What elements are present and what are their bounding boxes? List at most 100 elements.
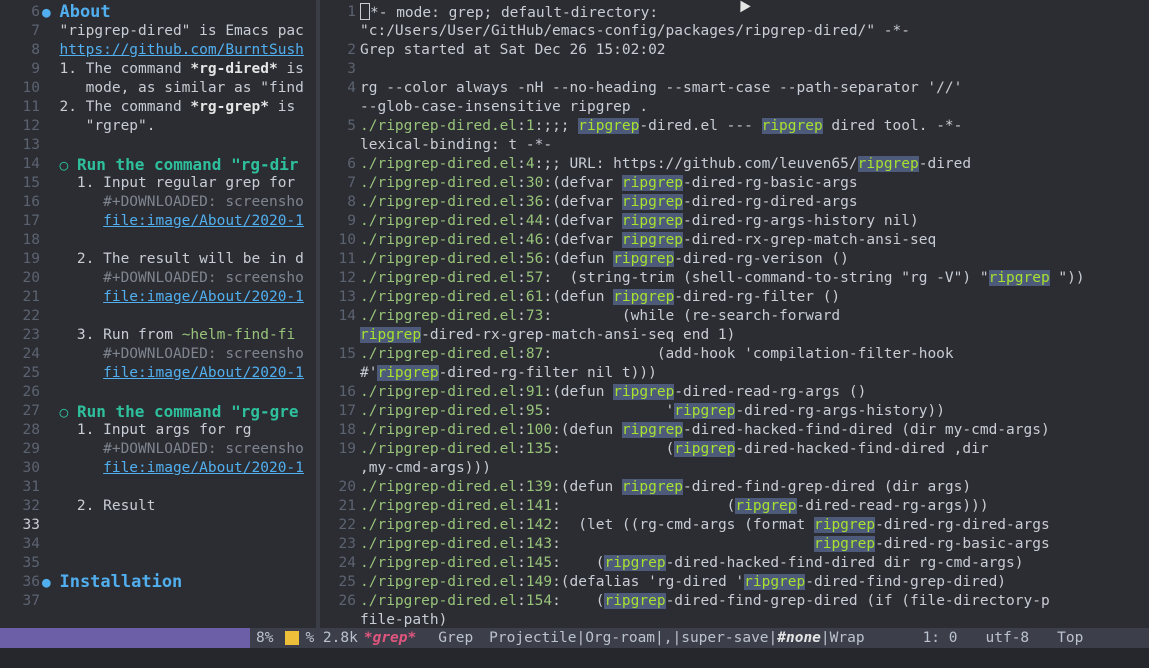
code-line[interactable]: 9 ./ripgrep-dired.el:44:(defvar ripgrep-d…	[320, 212, 1149, 231]
code-line[interactable]: 21 file:image/About/2020-1	[0, 288, 316, 307]
code-line[interactable]: 13 ./ripgrep-dired.el:61:(defun ripgrep-d…	[320, 288, 1149, 307]
code-line[interactable]: 17 file:image/About/2020-1	[0, 212, 316, 231]
line-text: file:image/About/2020-1	[103, 289, 304, 305]
code-line[interactable]: 12 ./ripgrep-dired.el:57: (string-trim (s…	[320, 269, 1149, 288]
code-line[interactable]: 23 3. Run from ~helm-find-fi	[0, 326, 316, 345]
code-line[interactable]: 3	[320, 60, 1149, 79]
line-number: 10	[22, 80, 40, 96]
code-line[interactable]: --glob-case-insensitive ripgrep .	[320, 98, 1149, 117]
code-line[interactable]: 23 ./ripgrep-dired.el:143: ripgrep-dired-…	[320, 535, 1149, 554]
line-number: 23	[22, 327, 40, 343]
code-line[interactable]: 35	[0, 554, 316, 573]
code-line[interactable]: 13	[0, 136, 316, 155]
code-line[interactable]: 31	[0, 478, 316, 497]
code-line[interactable]: 12 "rgrep".	[0, 117, 316, 136]
code-line[interactable]: 27 ○ Run the command "rg-gre	[0, 402, 316, 421]
code-line[interactable]: 24 #+DOWNLOADED: screensho	[0, 345, 316, 364]
mode-line-buffer-name[interactable]: *grep*	[358, 630, 416, 646]
code-line[interactable]: 24 ./ripgrep-dired.el:145: (ripgrep-dired…	[320, 554, 1149, 573]
modified-indicator-icon	[285, 631, 300, 645]
line-text	[42, 231, 316, 250]
line-number: 36	[22, 574, 40, 590]
code-line[interactable]: 1 *- mode: grep; default-directory:	[320, 3, 1149, 22]
code-line[interactable]: 10 ./ripgrep-dired.el:46:(defvar ripgrep-…	[320, 231, 1149, 250]
code-line[interactable]: 14 ./ripgrep-dired.el:73: (while (re-sear…	[320, 307, 1149, 326]
code-line[interactable]: 11 ./ripgrep-dired.el:56:(defun ripgrep-d…	[320, 250, 1149, 269]
mode-line-major-mode[interactable]: Grep	[416, 630, 479, 646]
code-line[interactable]: 16 ./ripgrep-dired.el:91:(defun ripgrep-d…	[320, 383, 1149, 402]
code-line[interactable]: 5 ./ripgrep-dired.el:1:;;; ripgrep-dired.…	[320, 117, 1149, 136]
code-line[interactable]: 15 1. Input regular grep for	[0, 174, 316, 193]
code-line[interactable]: 16 #+DOWNLOADED: screensho	[0, 193, 316, 212]
code-line[interactable]: 20 #+DOWNLOADED: screensho	[0, 269, 316, 288]
line-number: 37	[22, 593, 40, 609]
line-text: ./ripgrep-dired.el:1:;;; ripgrep-dired.e…	[360, 118, 963, 134]
code-line[interactable]: 26	[0, 383, 316, 402]
code-line[interactable]: 21 ./ripgrep-dired.el:141: (ripgrep-dired…	[320, 497, 1149, 516]
code-line[interactable]: 33	[0, 516, 316, 535]
code-line[interactable]: 17 ./ripgrep-dired.el:95: 'ripgrep-dired-…	[320, 402, 1149, 421]
code-line[interactable]: 28 1. Input args for rg	[0, 421, 316, 440]
code-line[interactable]: file-path)	[320, 611, 1149, 628]
grep-buffer-pane[interactable]: 1 *- mode: grep; default-directory: "c:/Us…	[320, 3, 1149, 628]
line-text: ./ripgrep-dired.el:139:(defun ripgrep-di…	[360, 479, 972, 495]
line-text: https://github.com/BurntSush	[59, 42, 304, 58]
mode-line-minor-modes[interactable]: Projectile|Org-roam|,|super-save|	[479, 630, 777, 646]
code-line[interactable]: 4 rg --color always -nH --no-heading --sm…	[320, 79, 1149, 98]
code-line[interactable]: 30 file:image/About/2020-1	[0, 459, 316, 478]
code-line[interactable]: 18	[0, 231, 316, 250]
line-number: 29	[22, 441, 40, 457]
code-line[interactable]: #'ripgrep-dired-rg-filter nil t)))	[320, 364, 1149, 383]
code-line[interactable]: 19 2. The result will be in d	[0, 250, 316, 269]
code-line[interactable]: 22	[0, 307, 316, 326]
code-line[interactable]: 34	[0, 535, 316, 554]
code-line[interactable]: 29 #+DOWNLOADED: screensho	[0, 440, 316, 459]
code-line[interactable]: 20 ./ripgrep-dired.el:139:(defun ripgrep-…	[320, 478, 1149, 497]
line-text: ./ripgrep-dired.el:141: (ripgrep-dired-r…	[360, 498, 989, 514]
code-line[interactable]: 2 Grep started at Sat Dec 26 15:02:02	[320, 41, 1149, 60]
line-number: 11	[22, 99, 40, 115]
code-line[interactable]: 11 2. The command *rg-grep* is	[0, 98, 316, 117]
code-line[interactable]: 15 ./ripgrep-dired.el:87: (add-hook 'comp…	[320, 345, 1149, 364]
code-line[interactable]: 10 mode, as similar as "find	[0, 79, 316, 98]
line-text: ./ripgrep-dired.el:61:(defun ripgrep-dir…	[360, 289, 841, 305]
line-number: 22	[338, 517, 356, 533]
code-line[interactable]: 6 ● About	[0, 3, 316, 22]
code-line[interactable]: 9 1. The command *rg-dired* is	[0, 60, 316, 79]
code-line[interactable]: 32 2. Result	[0, 497, 316, 516]
echo-area[interactable]	[0, 648, 1149, 668]
code-line[interactable]: 22 ./ripgrep-dired.el:142: (let ((rg-cmd-…	[320, 516, 1149, 535]
line-text: #+DOWNLOADED: screensho	[103, 346, 304, 362]
line-number: 20	[22, 270, 40, 286]
mode-line-position: 1: 0	[922, 630, 958, 646]
line-number: 5	[347, 118, 356, 134]
line-number: 25	[338, 574, 356, 590]
line-text: ./ripgrep-dired.el:36:(defvar ripgrep-di…	[360, 194, 858, 210]
code-line[interactable]: 25 file:image/About/2020-1	[0, 364, 316, 383]
mode-line-minor-bold: #none	[777, 630, 821, 646]
code-line[interactable]: 25 ./ripgrep-dired.el:149:(defalias 'rg-d…	[320, 573, 1149, 592]
code-line[interactable]: 19 ./ripgrep-dired.el:135: (ripgrep-dired…	[320, 440, 1149, 459]
line-number: 33	[22, 517, 40, 533]
line-number	[320, 364, 360, 383]
line-number	[320, 611, 360, 628]
mode-line-encoding[interactable]: utf-8	[958, 630, 1030, 646]
code-line[interactable]: 8 https://github.com/BurntSush	[0, 41, 316, 60]
org-buffer-pane[interactable]: 6 ● About 7 "ripgrep-dired" is Emacs pac 8 …	[0, 3, 316, 628]
code-line[interactable]: 36 ● Installation	[0, 573, 316, 592]
code-line[interactable]: 8 ./ripgrep-dired.el:36:(defvar ripgrep-d…	[320, 193, 1149, 212]
code-line[interactable]: 7 ./ripgrep-dired.el:30:(defvar ripgrep-d…	[320, 174, 1149, 193]
code-line[interactable]: 6 ./ripgrep-dired.el:4:;; URL: https://gi…	[320, 155, 1149, 174]
code-line[interactable]: 26 ./ripgrep-dired.el:154: (ripgrep-dired…	[320, 592, 1149, 611]
code-line[interactable]: 37	[0, 592, 316, 611]
mode-line: 8% % 2.8k *grep* Grep Projectile|Org-roa…	[0, 628, 1149, 648]
code-line[interactable]: ,my-cmd-args)))	[320, 459, 1149, 478]
code-line[interactable]: 18 ./ripgrep-dired.el:100:(defun ripgrep-…	[320, 421, 1149, 440]
code-line[interactable]: "c:/Users/User/GitHub/emacs-config/packa…	[320, 22, 1149, 41]
code-line[interactable]: 14 ○ Run the command "rg-dir	[0, 155, 316, 174]
line-number: 28	[22, 422, 40, 438]
code-line[interactable]: 7 "ripgrep-dired" is Emacs pac	[0, 22, 316, 41]
code-line[interactable]: lexical-binding: t -*-	[320, 136, 1149, 155]
code-line[interactable]: ripgrep-dired-rx-grep-match-ansi-seq end…	[320, 326, 1149, 345]
line-text: rg --color always -nH --no-heading --sma…	[360, 80, 963, 96]
